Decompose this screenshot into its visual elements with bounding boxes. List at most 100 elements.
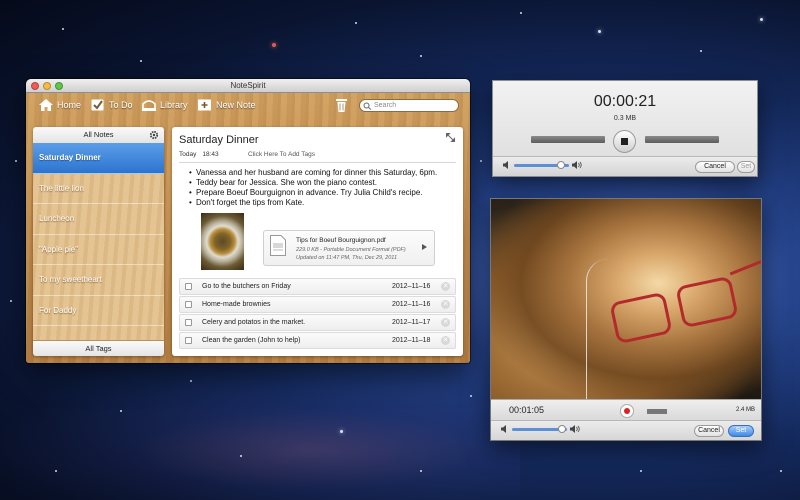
delete-icon[interactable]: ✕ [441, 300, 450, 309]
sidebar-item-to-my-sweetheart[interactable]: To my sweetheart [33, 265, 164, 296]
checkbox-icon [91, 99, 104, 111]
todo-row[interactable]: Home-made brownies 2012–11–16 ✕ [179, 296, 456, 313]
list-item: Prepare Boeuf Bourguignon in advance. Tr… [189, 188, 437, 198]
todo-row[interactable]: Celery and potatos in the market. 2012–1… [179, 314, 456, 331]
todo-row[interactable]: Clean the garden (John to help) 2012–11–… [179, 332, 456, 349]
list-item: Don't forget the tips from Kate. [189, 198, 437, 208]
delete-icon[interactable]: ✕ [441, 318, 450, 327]
todo-checkbox[interactable] [185, 319, 192, 326]
star [10, 300, 12, 302]
note-timestamp: Today 18:43 [179, 151, 219, 158]
star [640, 470, 642, 472]
earphone-cord [586, 259, 608, 404]
gear-icon[interactable] [149, 130, 159, 140]
notespirit-window: NoteSpirit Home To Do Library New Note S… [26, 79, 470, 363]
sidebar-item-luncheon[interactable]: Luncheon [33, 204, 164, 235]
list-item: Vanessa and her husband are coming for d… [189, 168, 437, 178]
todo-text: Home-made brownies [202, 301, 271, 308]
home-label: Home [57, 100, 82, 110]
todo-date: 2012–11–18 [392, 337, 431, 344]
sidebar-item-the-little-lion[interactable]: The little lion [33, 174, 164, 204]
note-bullet-list[interactable]: Vanessa and her husband are coming for d… [189, 168, 437, 208]
video-volume-knob[interactable] [557, 424, 566, 433]
todo-date: 2012–11–17 [392, 319, 431, 326]
library-icon [142, 100, 156, 111]
boeuf-bourguignon-photo[interactable] [201, 213, 244, 270]
star [760, 18, 763, 21]
new-note-button[interactable]: New Note [198, 99, 256, 111]
home-button[interactable]: Home [39, 99, 81, 111]
audio-recorder-panel: 00:00:21 0.3 MB Cancel Set [492, 80, 758, 177]
attachment-updated: Updated on 11:47 PM, Thu, Dec 29, 2011 [296, 255, 398, 261]
record-button[interactable] [620, 404, 634, 418]
video-set-button[interactable]: Set [728, 425, 754, 437]
all-tags-button[interactable]: All Tags [33, 340, 164, 356]
todo-checkbox[interactable] [185, 301, 192, 308]
library-button[interactable]: Library [142, 99, 188, 111]
todo-text: Celery and potatos in the market. [202, 319, 306, 326]
sidebar-item-label: The little lion [39, 183, 84, 193]
star [55, 470, 57, 472]
search-placeholder: Search [374, 102, 397, 109]
search-icon [363, 102, 372, 110]
window-controls [31, 82, 63, 90]
volume-knob[interactable] [556, 160, 565, 169]
sidebar-item-for-daddy[interactable]: For Daddy [33, 296, 164, 326]
close-window-button[interactable] [31, 82, 39, 90]
stop-recording-button[interactable] [613, 130, 636, 153]
todo-checkbox[interactable] [185, 283, 192, 290]
add-tags-field[interactable]: Click Here To Add Tags [248, 151, 315, 158]
star [272, 43, 276, 47]
video-level-meter [647, 409, 667, 414]
set-button[interactable]: Set [737, 161, 755, 173]
volume-control [503, 160, 583, 169]
star [140, 60, 142, 62]
star [598, 30, 601, 33]
trash-icon[interactable] [336, 98, 347, 112]
video-size: 2.4 MB [735, 407, 755, 413]
list-item: Teddy bear for Jessica. She won the pian… [189, 178, 437, 188]
video-volume-slider[interactable] [512, 424, 567, 433]
todo-button[interactable]: To Do [91, 99, 133, 111]
search-field[interactable]: Search [359, 99, 459, 112]
glasses-lens-left [609, 291, 673, 345]
todo-row[interactable]: Go to the butchers on Friday 2012–11–16 … [179, 278, 456, 295]
zoom-window-button[interactable] [55, 82, 63, 90]
star [780, 470, 782, 472]
notes-sidebar: All Notes Saturday Dinner The little lio… [33, 127, 164, 356]
minimize-window-button[interactable] [43, 82, 51, 90]
video-recorder-panel: 00:01:05 2.4 MB Cancel Set [490, 198, 762, 441]
recorder-bottom-bar: Cancel Set [493, 156, 757, 176]
volume-slider[interactable] [514, 160, 569, 169]
star [700, 50, 702, 52]
window-title: NoteSpirit [230, 81, 266, 90]
star [340, 430, 343, 433]
delete-icon[interactable]: ✕ [441, 282, 450, 291]
play-arrow-icon[interactable] [422, 244, 427, 250]
pdf-attachment[interactable]: Tips for Boeuf Bourguignon.pdf 229.0 KB … [263, 230, 435, 266]
glasses-lens-right [675, 275, 739, 329]
sidebar-item-label: "Apple pie" [39, 244, 79, 254]
video-cancel-button[interactable]: Cancel [694, 425, 724, 437]
note-editor[interactable]: Saturday Dinner Today 18:43 Click Here To… [172, 127, 463, 356]
recording-time: 00:00:21 [593, 93, 657, 110]
sidebar-item-label: To my sweetheart [39, 275, 102, 284]
title-bar[interactable]: NoteSpirit [26, 79, 470, 93]
sidebar-item-label: For Daddy [39, 305, 77, 315]
sidebar-item-saturday-dinner[interactable]: Saturday Dinner [33, 143, 164, 174]
cancel-button[interactable]: Cancel [695, 161, 735, 173]
teddy-bear-photo[interactable] [491, 199, 761, 404]
todo-text: Clean the garden (John to help) [202, 337, 301, 344]
new-note-label: New Note [216, 100, 256, 110]
star [420, 470, 422, 472]
speaker-high-icon [572, 161, 582, 169]
delete-icon[interactable]: ✕ [441, 336, 450, 345]
level-meter-left [531, 136, 605, 143]
all-tags-label: All Tags [85, 344, 112, 353]
sidebar-item-apple-pie[interactable]: "Apple pie" [33, 235, 164, 265]
todo-checkbox[interactable] [185, 337, 192, 344]
note-title[interactable]: Saturday Dinner [179, 134, 259, 146]
all-notes-label: All Notes [83, 130, 114, 139]
expand-icon[interactable] [446, 133, 455, 142]
star [120, 410, 122, 412]
